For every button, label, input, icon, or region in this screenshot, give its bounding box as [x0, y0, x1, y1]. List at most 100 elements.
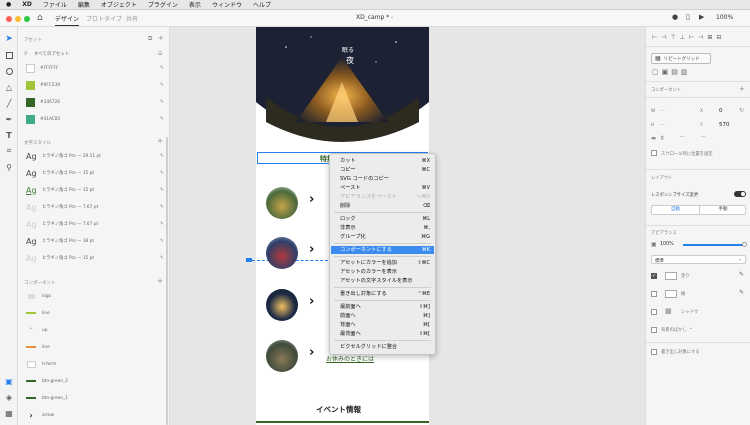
edit-icon[interactable]: ✎	[160, 99, 164, 105]
edit-icon[interactable]: ✎	[160, 221, 164, 227]
edit-icon[interactable]: ✎	[160, 187, 164, 193]
chevron-right-icon[interactable]: ›	[309, 192, 314, 207]
maximize-window-button[interactable]	[24, 16, 30, 22]
menu-item-bring-forward[interactable]: 前面へ ⌘]	[331, 312, 434, 320]
color-swatch-row[interactable]: #FFFFFF ✎	[26, 62, 168, 74]
menu-edit[interactable]: 編集	[78, 0, 90, 9]
menu-item-show-asset-color[interactable]: アセットのカラーを表示	[331, 268, 434, 276]
chevron-right-icon[interactable]: ›	[309, 345, 314, 360]
eyedropper-icon[interactable]: ✎	[739, 271, 744, 278]
edit-icon[interactable]: ✎	[160, 255, 164, 261]
tab-prototype[interactable]: プロトタイプ	[86, 14, 122, 23]
x-input[interactable]: 0	[719, 108, 723, 114]
responsive-toggle[interactable]	[734, 191, 746, 197]
manual-option[interactable]: 手動	[699, 206, 746, 214]
border-checkbox[interactable]	[651, 291, 657, 297]
pen-tool-icon[interactable]: ✒	[4, 114, 14, 124]
add-component-icon[interactable]: +	[157, 277, 163, 285]
blend-mode-select[interactable]: 標準 ⌄	[651, 255, 746, 264]
plugins-icon[interactable]: ▦	[4, 408, 14, 418]
edit-icon[interactable]: ✎	[160, 65, 164, 71]
chevron-down-icon[interactable]: ⌄	[689, 325, 693, 331]
fill-checkbox[interactable]: ✓	[651, 273, 657, 279]
export-checkbox[interactable]	[651, 349, 657, 355]
component-row[interactable]: › arrow	[26, 409, 168, 421]
h-input[interactable]: ―	[660, 123, 664, 128]
edit-icon[interactable]: ✎	[160, 82, 164, 88]
y-input[interactable]: 570	[719, 122, 730, 128]
menu-item-paste[interactable]: ペースト ⌘V	[331, 184, 434, 192]
char-style-row[interactable]: Ag ヒラギノ角ゴ Pro — 15 pt ✎	[26, 184, 168, 196]
edit-icon[interactable]: ✎	[160, 238, 164, 244]
minimize-window-button[interactable]	[15, 16, 21, 22]
char-style-row[interactable]: Ag ヒラギノ角ゴ Pro — 7.67 pt ✎	[26, 201, 168, 213]
play-icon[interactable]: ▶	[699, 13, 704, 21]
polygon-tool-icon[interactable]: △	[4, 82, 14, 92]
menu-item-lock[interactable]: ロック ⌘L	[331, 215, 434, 223]
select-tool-icon[interactable]: ➤	[4, 34, 14, 44]
menu-item-bring-to-front[interactable]: 最前面へ ⇧⌘]	[331, 303, 434, 311]
repeat-grid-button[interactable]: ▦ リピートグリッド	[651, 53, 711, 64]
menu-view[interactable]: 表示	[189, 0, 201, 9]
menu-item-send-to-back[interactable]: 最背面へ ⇧⌘[	[331, 330, 434, 338]
zoom-tool-icon[interactable]: ⚲	[4, 162, 14, 172]
char-style-row[interactable]: Ag ヒラギノ角ゴ Pro — 7.67 pt ✎	[26, 218, 168, 230]
user-icon[interactable]: ●	[672, 13, 678, 21]
menu-item-pixel-grid[interactable]: ピクセルグリッドに整合	[331, 343, 434, 351]
library-icon[interactable]: ⧉	[148, 35, 152, 43]
line-tool-icon[interactable]: ╱	[4, 98, 14, 108]
document-title[interactable]: XD_camp *	[356, 14, 389, 21]
fill-swatch[interactable]	[665, 272, 677, 280]
menu-window[interactable]: ウィンドウ	[212, 0, 242, 9]
component-row[interactable]: h-form	[26, 358, 168, 370]
menu-item-show-asset-text-style[interactable]: アセットの文字スタイルを表示	[331, 277, 434, 285]
mobile-preview-icon[interactable]: ▯	[686, 13, 690, 21]
fix-scroll-checkbox[interactable]	[651, 150, 657, 156]
menu-item-copy[interactable]: コピー ⌘C	[331, 166, 434, 174]
align-toolbar[interactable]: ⊢⊣⊤⊥⊢⊣⊞⊟	[652, 34, 725, 41]
opacity-slider-thumb[interactable]	[742, 242, 747, 247]
menu-item-add-color-asset[interactable]: アセットにカラーを追加 ⇧⌘C	[331, 259, 434, 267]
chevron-right-icon[interactable]: ›	[309, 294, 314, 309]
opacity-slider[interactable]	[683, 244, 743, 246]
boolean-ops[interactable]: ▢▣▤▥	[652, 68, 690, 76]
w-input[interactable]: ―	[660, 109, 664, 114]
menu-app[interactable]: XD	[22, 1, 32, 8]
component-row[interactable]: line	[26, 341, 168, 353]
scrollbar[interactable]	[166, 137, 168, 425]
zoom-level[interactable]: 100%	[716, 14, 733, 21]
flip-icons[interactable]: ⇹⇳	[651, 135, 669, 142]
add-char-style-icon[interactable]: +	[157, 137, 163, 145]
edit-icon[interactable]: ✎	[160, 116, 164, 122]
search-icon[interactable]: ⚲	[24, 51, 28, 57]
menu-help[interactable]: ヘルプ	[253, 0, 271, 9]
menu-item-group[interactable]: グループ化 ⌘G	[331, 233, 434, 241]
color-swatch-row[interactable]: #9FC539 ✎	[26, 79, 168, 91]
text-tool-icon[interactable]: T	[4, 130, 14, 140]
color-swatch-row[interactable]: #346726 ✎	[26, 96, 168, 108]
component-row[interactable]: line	[26, 307, 168, 319]
add-asset-icon[interactable]: +	[158, 34, 164, 42]
component-row[interactable]: logo	[26, 290, 168, 302]
list-view-icon[interactable]: ☰	[158, 51, 162, 57]
tab-share[interactable]: 共有	[126, 14, 138, 23]
asset-filter[interactable]: すべてのアセット	[34, 51, 69, 57]
char-style-row[interactable]: Ag ヒラギノ角ゴ Pro — 15 pt ✎	[26, 167, 168, 179]
tab-design[interactable]: デザイン	[55, 14, 80, 26]
layers-icon[interactable]: ◈	[4, 392, 14, 402]
menu-plugin[interactable]: プラグイン	[148, 0, 178, 9]
color-swatch-row[interactable]: #41AC85 ✎	[26, 113, 168, 125]
menu-object[interactable]: オブジェクト	[101, 0, 137, 9]
chevron-down-icon[interactable]: ⌄	[390, 14, 394, 20]
border-swatch[interactable]	[665, 290, 677, 298]
assets-panel-icon[interactable]: ▣	[4, 376, 14, 386]
chevron-right-icon[interactable]: ›	[309, 242, 314, 257]
component-row[interactable]: btn-green_1	[26, 392, 168, 404]
ellipse-tool-icon[interactable]	[4, 66, 14, 76]
add-component-icon[interactable]: +	[739, 85, 745, 93]
menu-item-copy-svg[interactable]: SVG コードのコピー	[331, 175, 434, 183]
eyedropper-icon[interactable]: ✎	[739, 289, 744, 296]
char-style-row[interactable]: Ag ヒラギノ角ゴ Pro — 15 pt ✎	[26, 252, 168, 264]
auto-option[interactable]: 自動	[652, 206, 699, 214]
shadow-checkbox[interactable]	[651, 309, 657, 315]
